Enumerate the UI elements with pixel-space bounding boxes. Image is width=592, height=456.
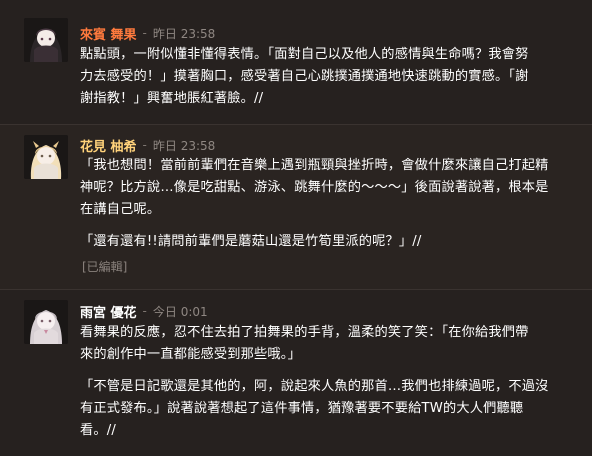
header-separator: - bbox=[142, 138, 147, 152]
message-line: 「不管是日記歌還是其他的，阿，說起來人魚的那首…我們也排練過呢，不過沒 bbox=[80, 379, 549, 394]
message-line: 看舞果的反應，忍不住去拍了拍舞果的手背，溫柔的笑了笑：「在你給我們帶 bbox=[80, 325, 529, 340]
message-header: 花見 柚希 - 昨日 23:58 bbox=[80, 136, 216, 155]
edited-indicator: [已編輯] bbox=[82, 260, 128, 274]
timestamp: 今日 0:01 bbox=[152, 304, 208, 319]
timestamp: 昨日 23:58 bbox=[152, 138, 216, 153]
message-header: 雨宮 優花 - 今日 0:01 bbox=[80, 302, 208, 321]
chat-message: 花見 柚希 - 昨日 23:58 「我也想問！當前前輩們在音樂上遇到瓶頸與挫折時… bbox=[0, 125, 592, 289]
chat-message: 來賓 舞果 - 昨日 23:58 點點頭，一附似懂非懂得表情。「面對自己以及他人… bbox=[0, 0, 592, 124]
message-line: 謝指教！」興奮地脹紅著臉。// bbox=[80, 91, 264, 106]
header-separator: - bbox=[142, 304, 147, 318]
avatar[interactable] bbox=[24, 300, 68, 344]
timestamp: 昨日 23:58 bbox=[152, 26, 216, 41]
message-line: 神呢？比方說…像是吃甜點、游泳、跳舞什麼的～～～」後面說著說著，根本是 bbox=[80, 180, 549, 195]
avatar[interactable] bbox=[24, 18, 68, 62]
avatar[interactable] bbox=[24, 135, 68, 179]
message-line: 「我也想問！當前前輩們在音樂上遇到瓶頸與挫折時，會做什麼來讓自己打起精 bbox=[80, 158, 549, 173]
message-line: 「還有還有!!請問前輩們是蘑菇山還是竹筍里派的呢？」// bbox=[80, 234, 422, 249]
message-line: 有正式發布。」說著說著想起了這件事情，猶豫著要不要給TW的大人們聽聽 bbox=[80, 401, 524, 416]
chat-feed: 來賓 舞果 - 昨日 23:58 點點頭，一附似懂非懂得表情。「面對自己以及他人… bbox=[0, 0, 592, 456]
message-body: 看舞果的反應，忍不住去拍了拍舞果的手背，溫柔的笑了笑：「在你給我們帶 來的創作中… bbox=[80, 322, 580, 442]
message-line: 力去感受的！」摸著胸口，感受著自己心跳撲通撲通地快速跳動的實感。「謝 bbox=[80, 69, 529, 84]
message-line: 看。// bbox=[80, 423, 117, 438]
chat-message: 雨宮 優花 - 今日 0:01 看舞果的反應，忍不住去拍了拍舞果的手背，溫柔的笑… bbox=[0, 290, 592, 456]
header-separator: - bbox=[142, 26, 147, 40]
message-body: 點點頭，一附似懂非懂得表情。「面對自己以及他人的感情與生命嗎？我會努 力去感受的… bbox=[80, 44, 580, 110]
author-name[interactable]: 花見 柚希 bbox=[80, 136, 137, 155]
message-line: 在講自己呢。 bbox=[80, 202, 161, 217]
message-body: 「我也想問！當前前輩們在音樂上遇到瓶頸與挫折時，會做什麼來讓自己打起精 神呢？比… bbox=[80, 155, 580, 253]
author-name[interactable]: 雨宮 優花 bbox=[80, 302, 137, 321]
message-line: 來的創作中一直都能感受到那些哦。」 bbox=[80, 347, 301, 362]
author-name[interactable]: 來賓 舞果 bbox=[80, 24, 137, 43]
message-header: 來賓 舞果 - 昨日 23:58 bbox=[80, 24, 216, 43]
message-line: 點點頭，一附似懂非懂得表情。「面對自己以及他人的感情與生命嗎？我會努 bbox=[80, 47, 529, 62]
